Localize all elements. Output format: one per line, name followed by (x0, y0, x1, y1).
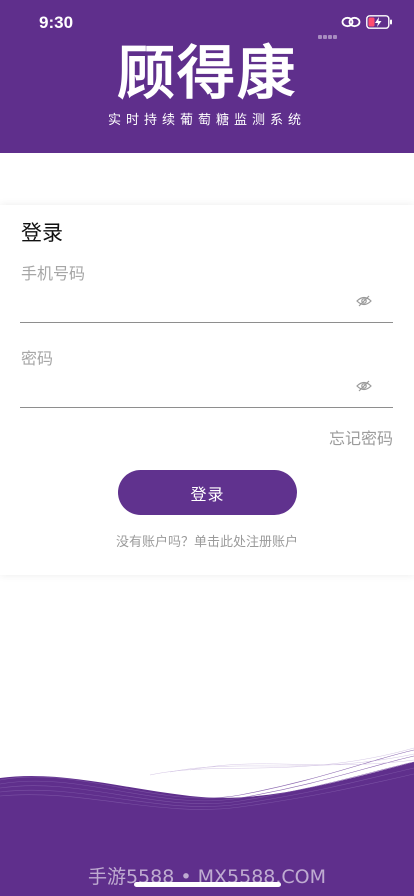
brand-tagline: 实时持续葡萄糖监测系统 (107, 113, 306, 128)
phone-input[interactable] (20, 293, 393, 323)
brand-logo: 顾得康 (116, 39, 297, 107)
login-button[interactable]: 登录 (118, 470, 297, 515)
status-time: 9:30 (39, 13, 74, 32)
eye-hidden-icon[interactable] (356, 380, 372, 392)
battery-charging-icon (366, 15, 392, 29)
login-title: 登录 (21, 221, 63, 245)
app-header: 9:30 顾得康 实时持续葡萄糖监测系统 (0, 0, 414, 153)
eye-hidden-icon[interactable] (356, 295, 372, 307)
login-card: 登录 手机号码 密码 忘记密码 登录 没有账户吗？单击此处注册账户 (0, 205, 414, 575)
phone-label: 手机号码 (21, 264, 86, 283)
forgot-password-link[interactable]: 忘记密码 (329, 425, 393, 449)
home-indicator[interactable] (134, 882, 281, 887)
password-label: 密码 (21, 349, 54, 368)
link-icon (341, 16, 361, 28)
cellular-signal-icon (318, 24, 338, 39)
password-input[interactable] (20, 378, 393, 408)
register-link[interactable]: 没有账户吗？单击此处注册账户 (0, 531, 414, 550)
